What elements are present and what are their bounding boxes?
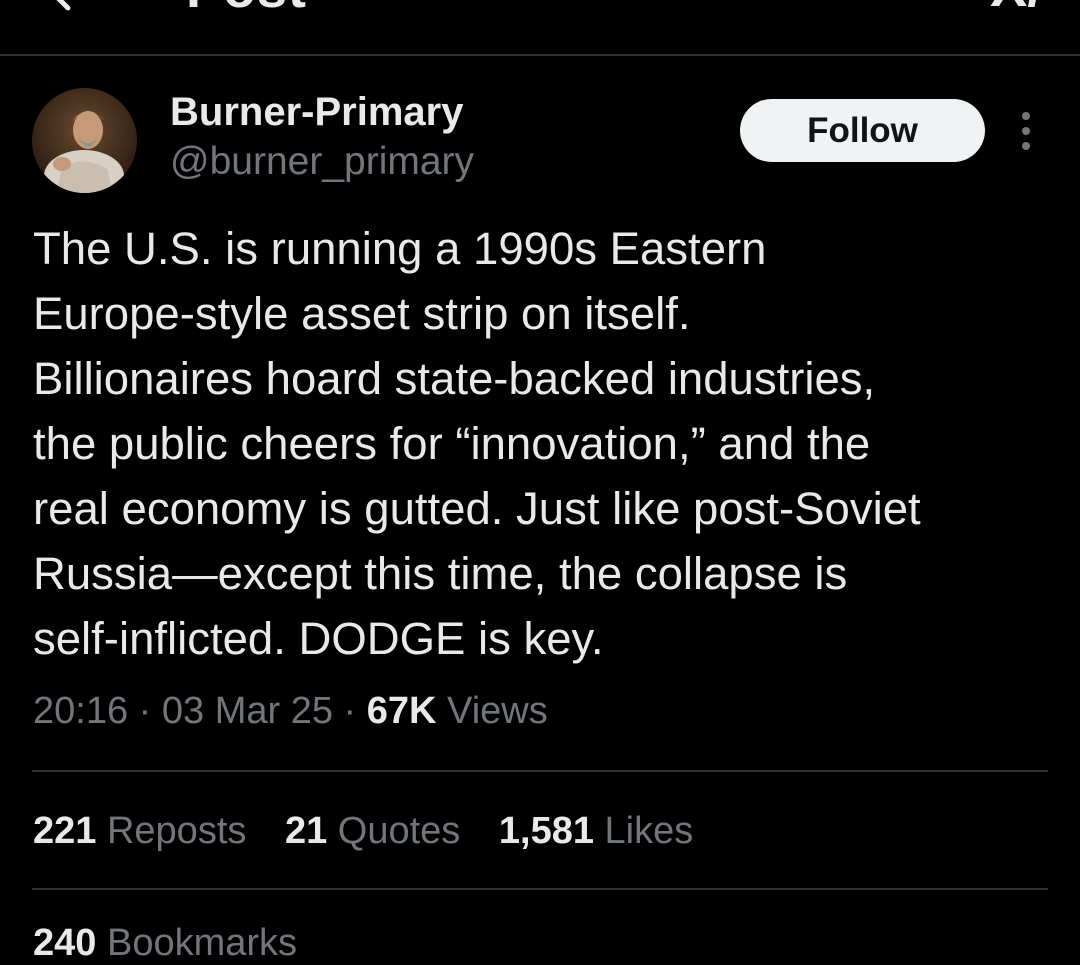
- reposts-label: Reposts: [106, 810, 247, 852]
- tweet-line: real economy is gutted. Just like post-S…: [33, 483, 921, 534]
- views-label: Views: [447, 690, 548, 732]
- engagement-stats: 221 Reposts 21 Quotes 1,581 Likes: [33, 810, 721, 853]
- more-options-icon[interactable]: [1012, 110, 1040, 152]
- reposts-count: 221: [33, 810, 97, 852]
- tweet-text: The U.S. is running a 1990s Eastern Euro…: [33, 216, 1063, 671]
- arrow-left-icon[interactable]: [40, 0, 100, 22]
- author-handle[interactable]: @burner_primary: [170, 140, 474, 184]
- divider: [32, 888, 1048, 890]
- views-count: 67K: [366, 690, 437, 732]
- likes-count: 1,581: [498, 810, 594, 852]
- avatar[interactable]: [32, 88, 137, 193]
- quotes-count: 21: [284, 810, 328, 852]
- bookmarks-count: 240: [33, 922, 97, 964]
- follow-button[interactable]: Follow: [740, 99, 985, 162]
- quotes-label: Quotes: [337, 810, 461, 852]
- tweet-meta: 20:16 · 03 Mar 25 · 67K Views: [33, 690, 548, 733]
- tweet-line: self-inflicted. DODGE is key.: [33, 613, 604, 664]
- meta-separator: ·: [138, 690, 152, 732]
- meta-separator: ·: [343, 690, 357, 732]
- likes-label: Likes: [604, 810, 694, 852]
- tweet-line: The U.S. is running a 1990s Eastern: [33, 223, 767, 274]
- divider: [32, 770, 1048, 772]
- tweet-line: Russia—except this time, the collapse is: [33, 548, 848, 599]
- top-bar: Post X/: [0, 0, 1080, 56]
- bookmarks-stat[interactable]: 240 Bookmarks: [33, 922, 297, 965]
- grok-icon[interactable]: X/: [990, 0, 1043, 19]
- bookmarks-label: Bookmarks: [106, 922, 298, 964]
- tweet-time[interactable]: 20:16: [33, 690, 128, 732]
- tweet-line: the public cheers for “innovation,” and …: [33, 418, 871, 469]
- quotes-stat[interactable]: 21 Quotes: [285, 810, 460, 853]
- reposts-stat[interactable]: 221 Reposts: [33, 810, 246, 853]
- tweet-line: Billionaires hoard state-backed industri…: [33, 353, 876, 404]
- author-display-name[interactable]: Burner-Primary: [170, 90, 463, 135]
- likes-stat[interactable]: 1,581 Likes: [499, 810, 693, 853]
- tweet-date[interactable]: 03 Mar 25: [162, 690, 333, 732]
- tweet-line: Europe-style asset strip on itself.: [33, 288, 691, 339]
- page-title: Post: [186, 0, 307, 20]
